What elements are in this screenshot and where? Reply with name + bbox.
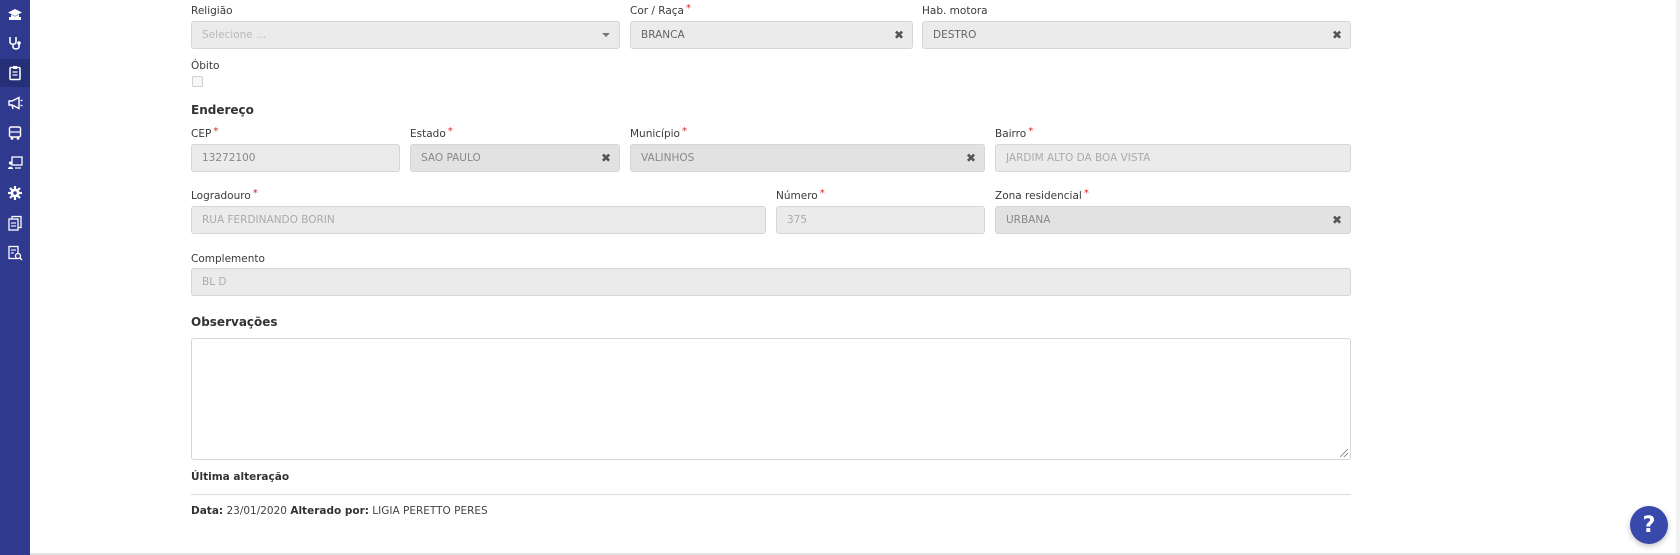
graduation-cap-icon [8,9,22,20]
sidebar-item-announcements[interactable] [0,89,30,117]
numero-value: 375 [787,214,808,226]
help-button[interactable]: ? [1630,506,1668,544]
sidebar-item-settings[interactable] [0,179,30,207]
zona-residencial-label: Zona residencial * [995,188,1089,202]
hab-motora-select[interactable]: DESTRO ✖ [922,21,1351,49]
estado-select[interactable]: SÃO PAULO ✖ [410,144,620,172]
sidebar [0,0,30,555]
sidebar-item-clipboard[interactable] [0,59,30,87]
complemento-input[interactable]: BL D [191,268,1351,296]
municipio-label: Município * [630,126,687,140]
data-label: Data: [191,505,224,517]
observacoes-textarea[interactable] [191,338,1351,460]
clear-icon[interactable]: ✖ [958,151,984,165]
megaphone-icon [8,96,23,110]
question-mark-icon: ? [1642,512,1656,538]
numero-input[interactable]: 375 [776,206,985,234]
bairro-value: JARDIM ALTO DA BOA VISTA [1006,152,1151,164]
cor-raca-label: Cor / Raça * [630,3,691,17]
endereco-section-title: Endereço [191,103,254,117]
sidebar-item-transport[interactable] [0,119,30,147]
bus-icon [8,126,22,140]
obito-label: Óbito [191,60,220,72]
clear-icon[interactable]: ✖ [886,28,912,42]
cor-raca-value: BRANCA [641,29,685,41]
sidebar-item-classroom[interactable] [0,149,30,177]
observacoes-section-title: Observações [191,315,278,329]
municipio-value: VALINHOS [641,152,695,164]
cep-label: CEP * [191,126,219,140]
teacher-board-icon [8,156,23,169]
estado-label: Estado * [410,126,453,140]
religiao-label: Religião [191,5,233,17]
hab-motora-label: Hab. motora [922,5,988,17]
ultima-alteracao-title: Última alteração [191,471,290,483]
sidebar-item-reports[interactable] [0,239,30,267]
logradouro-input[interactable]: RUA FERDINANDO BORIN [191,206,766,234]
gear-icon [8,186,22,200]
report-search-icon [8,245,23,261]
religiao-placeholder: Selecione ... [202,29,267,41]
logradouro-value: RUA FERDINANDO BORIN [202,214,335,226]
stethoscope-icon [9,37,21,50]
cep-input[interactable]: 13272100 [191,144,400,172]
last-change-info: Data: 23/01/2020 Alterado por: LIGIA PER… [191,505,488,517]
zona-residencial-value: URBANA [1006,214,1051,226]
zona-residencial-select[interactable]: URBANA ✖ [995,206,1351,234]
clipboard-icon [9,66,21,81]
scrollbar[interactable] [1676,0,1680,555]
cor-raca-select[interactable]: BRANCA ✖ [630,21,913,49]
divider [191,494,1351,495]
complemento-label: Complemento [191,253,265,265]
hab-motora-value: DESTRO [933,29,977,41]
logradouro-label: Logradouro * [191,188,258,202]
chevron-down-icon[interactable] [593,33,619,37]
clear-icon[interactable]: ✖ [1324,213,1350,227]
religiao-select[interactable]: Selecione ... [191,21,620,49]
resize-handle-icon[interactable] [1340,449,1348,457]
sidebar-item-documents[interactable] [0,209,30,237]
obito-checkbox[interactable] [192,76,203,87]
complemento-value: BL D [202,276,227,288]
bairro-label: Bairro * [995,126,1034,140]
clear-icon[interactable]: ✖ [1324,28,1350,42]
alterado-por-value: LIGIA PERETTO PERES [372,505,488,517]
municipio-select[interactable]: VALINHOS ✖ [630,144,985,172]
sidebar-item-education[interactable] [0,1,30,29]
cep-value: 13272100 [202,152,256,164]
numero-label: Número * [776,188,825,202]
documents-icon [8,215,22,231]
sidebar-item-health[interactable] [0,29,30,57]
data-value: 23/01/2020 [226,505,287,517]
clear-icon[interactable]: ✖ [593,151,619,165]
estado-value: SÃO PAULO [421,152,481,164]
alterado-por-label: Alterado por: [290,505,369,517]
bairro-input[interactable]: JARDIM ALTO DA BOA VISTA [995,144,1351,172]
